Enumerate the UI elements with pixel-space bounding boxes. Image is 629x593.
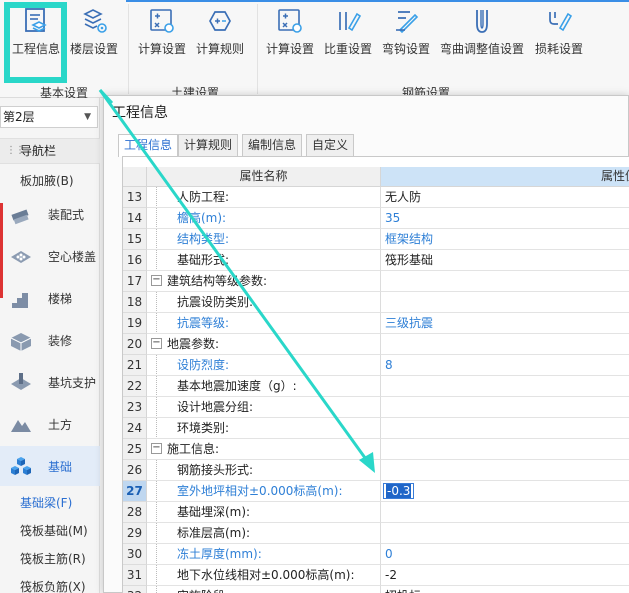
highlight-arrow	[98, 88, 375, 473]
